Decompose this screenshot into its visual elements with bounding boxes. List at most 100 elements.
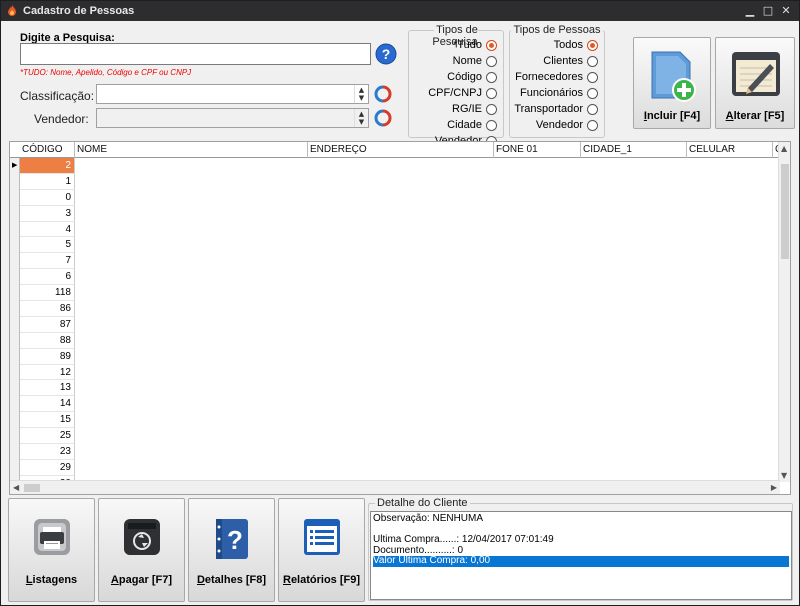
close-icon[interactable]: ✕ [779, 4, 793, 17]
table-row[interactable]: 4 [20, 221, 75, 238]
pesquisa-option[interactable]: Cidade [447, 119, 497, 131]
col-cidade1[interactable]: CIDADE_1 [581, 142, 687, 158]
scroll-up-icon[interactable]: ▲ [781, 144, 787, 153]
tipos-pessoas-title: Tipos de Pessoas [511, 24, 603, 36]
pessoas-option-label: Fornecedores [515, 71, 583, 83]
spin-arrows-icon[interactable]: ▲ ▼ [354, 109, 368, 127]
table-row[interactable]: 6 [20, 269, 75, 286]
table-row[interactable]: 0 [20, 189, 75, 206]
vendedor-label: Vendedor: [34, 112, 89, 126]
col-nome[interactable]: NOME [75, 142, 308, 158]
search-hint: *TUDO: Nome, Apelido, Código e CPF ou CN… [20, 68, 192, 77]
table-row[interactable]: 118 [20, 285, 75, 302]
vendedor-select[interactable]: ▲ ▼ [96, 108, 369, 128]
classificacao-select[interactable]: ▲ ▼ [96, 84, 369, 104]
grid-header: CÓDIGO NOME ENDEREÇO FONE 01 CIDADE_1 CE… [10, 142, 782, 158]
flame-icon [8, 5, 16, 16]
pesquisa-option-label: CPF/CNPJ [428, 87, 482, 99]
pesquisa-option[interactable]: RG/IE [452, 103, 497, 115]
table-row[interactable]: 5 [20, 237, 75, 254]
detalhes-button[interactable]: ? Detalhes [F8] [188, 498, 275, 602]
row-indicator-column: ▶ [10, 158, 20, 482]
minimize-icon[interactable]: ▁ [743, 4, 757, 17]
table-row[interactable]: 25 [20, 428, 75, 445]
table-row[interactable]: 29 [20, 459, 75, 476]
table-row[interactable]: 7 [20, 253, 75, 270]
table-row[interactable]: 88 [20, 332, 75, 349]
table-row[interactable]: 1 [20, 173, 75, 190]
window-title: Cadastro de Pessoas [23, 5, 135, 17]
pessoas-option[interactable]: Transportador [514, 103, 598, 115]
scroll-down-icon[interactable]: ▼ [781, 471, 787, 480]
radio-button[interactable] [587, 39, 598, 51]
radio-button[interactable] [486, 119, 497, 131]
pessoas-option[interactable]: Vendedor [536, 119, 598, 131]
radio-button[interactable] [486, 87, 497, 99]
spin-arrows-icon[interactable]: ▲ ▼ [354, 85, 368, 103]
col-codigo[interactable]: CÓDIGO [20, 142, 75, 158]
radio-button[interactable] [587, 103, 598, 115]
radio-button[interactable] [587, 119, 598, 131]
radio-button[interactable] [486, 55, 497, 67]
help-book-icon: ? [215, 519, 248, 559]
alterar-button[interactable]: Alterar [F5] [715, 37, 795, 129]
pesquisa-option[interactable]: CPF/CNPJ [428, 87, 497, 99]
detalhe-cliente-memo[interactable]: Observação: NENHUMA Ultima Compra......:… [370, 511, 792, 600]
scroll-left-icon[interactable]: ◀ [13, 483, 19, 492]
table-row[interactable]: 14 [20, 396, 75, 413]
pessoas-option-label: Todos [553, 39, 583, 51]
maximize-icon[interactable]: □ [761, 4, 775, 17]
detail-line-selected: Valor Ultima Compra: 0,00 [373, 555, 789, 567]
radio-button[interactable] [587, 87, 598, 99]
table-row[interactable]: 13 [20, 380, 75, 397]
table-row[interactable]: 86 [20, 301, 75, 317]
col-endereco[interactable]: ENDEREÇO [308, 142, 494, 158]
radio-button[interactable] [486, 103, 497, 115]
title-bar[interactable]: Cadastro de Pessoas ▁ □ ✕ [1, 1, 799, 21]
pesquisa-option-label: Cidade [447, 119, 482, 131]
table-row[interactable]: 3 [20, 205, 75, 222]
col-celular[interactable]: CELULAR [687, 142, 773, 158]
help-icon[interactable]: ? [375, 43, 397, 65]
listagens-button[interactable]: Listagens [8, 498, 95, 602]
pesquisa-option[interactable]: Nome [453, 55, 497, 67]
apagar-button[interactable]: Apagar [F7] [98, 498, 185, 602]
pessoas-option[interactable]: Clientes [543, 55, 598, 67]
radio-button[interactable] [587, 71, 598, 83]
radio-button[interactable] [587, 55, 598, 67]
table-row[interactable]: 12 [20, 364, 75, 381]
pessoas-option[interactable]: Todos [554, 39, 598, 51]
pessoas-option-label: Transportador [514, 103, 583, 115]
pesquisa-option[interactable]: Código [447, 71, 497, 83]
radio-button[interactable] [486, 39, 497, 51]
scroll-right-icon[interactable]: ▶ [771, 483, 777, 492]
edit-notepad-icon [732, 52, 780, 96]
grid-vertical-scrollbar[interactable]: ▲ ▼ [778, 142, 790, 482]
refresh-icon[interactable] [374, 109, 392, 127]
search-input[interactable] [20, 43, 371, 65]
relatorios-button[interactable]: Relatórios [F9] [278, 498, 365, 602]
detalhe-cliente-group: Detalhe do Cliente Observação: NENHUMA U… [368, 497, 793, 601]
radio-button[interactable] [486, 71, 497, 83]
pessoas-option-label: Vendedor [535, 119, 583, 131]
refresh-icon[interactable] [374, 85, 392, 103]
pessoas-option-label: Funcionários [520, 87, 583, 99]
scroll-thumb[interactable] [781, 164, 789, 259]
grid-horizontal-scrollbar[interactable]: ◀ ▶ [10, 480, 780, 494]
pessoas-option[interactable]: Funcionários [520, 87, 598, 99]
pessoas-option[interactable]: Fornecedores [515, 71, 598, 83]
table-row[interactable]: 23 [20, 444, 75, 460]
pesquisa-option-label: Código [447, 71, 482, 83]
detail-line: Observação: NENHUMA [373, 513, 484, 524]
incluir-button[interactable]: Incluir [F4] [633, 37, 711, 129]
pessoas-grid[interactable]: CÓDIGO NOME ENDEREÇO FONE 01 CIDADE_1 CE… [9, 141, 791, 495]
table-row[interactable]: 89 [20, 348, 75, 365]
table-row[interactable]: 2 [20, 158, 75, 174]
table-row[interactable]: 15 [20, 412, 75, 429]
col-fone01[interactable]: FONE 01 [494, 142, 581, 158]
classificacao-label: Classificação: [20, 89, 95, 103]
table-row[interactable]: 87 [20, 316, 75, 333]
pesquisa-option[interactable]: *Tudo [453, 39, 497, 51]
scroll-thumb[interactable] [24, 484, 40, 492]
main-window: Cadastro de Pessoas ▁ □ ✕ Digite a Pesqu… [0, 0, 800, 606]
